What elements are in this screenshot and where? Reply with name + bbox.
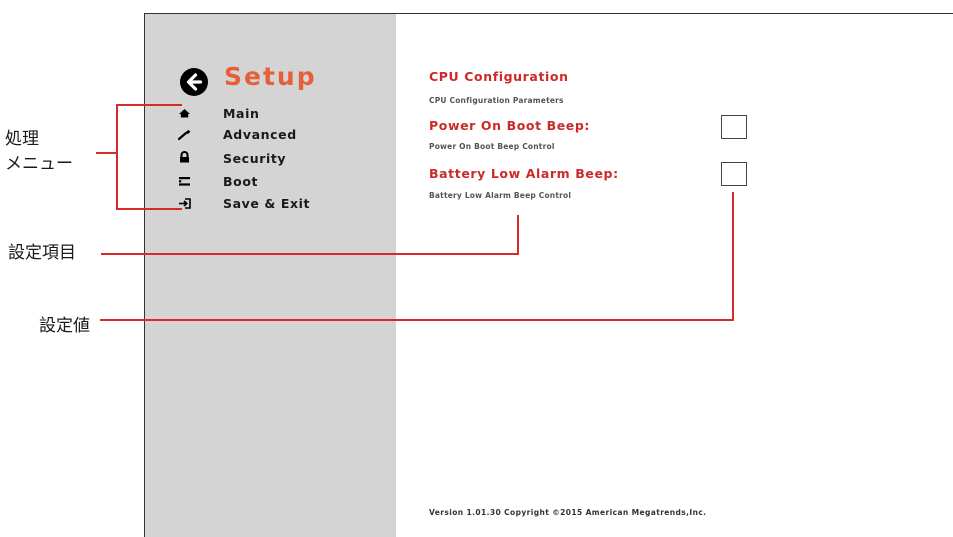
- section-title: CPU Configuration: [429, 69, 569, 84]
- callout-menu-bracket-vertical: [116, 104, 118, 210]
- back-button[interactable]: [180, 68, 208, 96]
- exit-icon: [176, 193, 198, 213]
- home-icon: [176, 103, 198, 123]
- power-on-boot-beep-value-box[interactable]: [721, 115, 747, 139]
- arrow-left-circle-icon: [186, 73, 203, 91]
- boot-drive-icon: [176, 171, 198, 191]
- callout-menu-label-line2: メニュー: [5, 154, 73, 174]
- callout-settings-value-label: 設定値: [39, 316, 90, 336]
- menu-item-label: Security: [223, 151, 287, 166]
- setting-title-power-on-boot-beep[interactable]: Power On Boot Beep:: [429, 118, 590, 133]
- menu-item-boot[interactable]: Boot: [176, 171, 376, 191]
- callout-settings-item-label: 設定項目: [8, 243, 76, 263]
- callout-menu-bracket-top: [116, 104, 182, 106]
- version-footer: Version 1.01.30 Copyright ©2015 American…: [429, 508, 707, 517]
- callout-settings-value-vertical: [732, 192, 734, 321]
- callout-settings-item-horizontal: [101, 253, 519, 255]
- page-title: Setup: [224, 62, 317, 91]
- lock-icon: [176, 148, 198, 168]
- callout-settings-item-vertical: [517, 215, 519, 255]
- menu-item-label: Save & Exit: [223, 196, 311, 211]
- menu-item-advanced[interactable]: Advanced: [176, 124, 376, 144]
- section-description: CPU Configuration Parameters: [429, 96, 564, 105]
- callout-settings-value-horizontal: [100, 319, 734, 321]
- menu-item-label: Boot: [223, 174, 259, 189]
- setting-description: Battery Low Alarm Beep Control: [429, 191, 572, 200]
- setting-description: Power On Boot Beep Control: [429, 142, 555, 151]
- menu-item-label: Main: [223, 106, 260, 121]
- menu-item-security[interactable]: Security: [176, 148, 376, 168]
- battery-low-alarm-beep-value-box[interactable]: [721, 162, 747, 186]
- callout-menu-label-line1: 処理: [5, 129, 39, 149]
- setting-title-battery-low-alarm-beep[interactable]: Battery Low Alarm Beep:: [429, 166, 619, 181]
- menu-item-save-exit[interactable]: Save & Exit: [176, 193, 376, 213]
- menu-item-main[interactable]: Main: [176, 103, 376, 123]
- wrench-icon: [176, 124, 198, 144]
- callout-menu-connector: [96, 152, 117, 154]
- callout-menu-bracket-bottom: [116, 208, 182, 210]
- menu-item-label: Advanced: [223, 127, 297, 142]
